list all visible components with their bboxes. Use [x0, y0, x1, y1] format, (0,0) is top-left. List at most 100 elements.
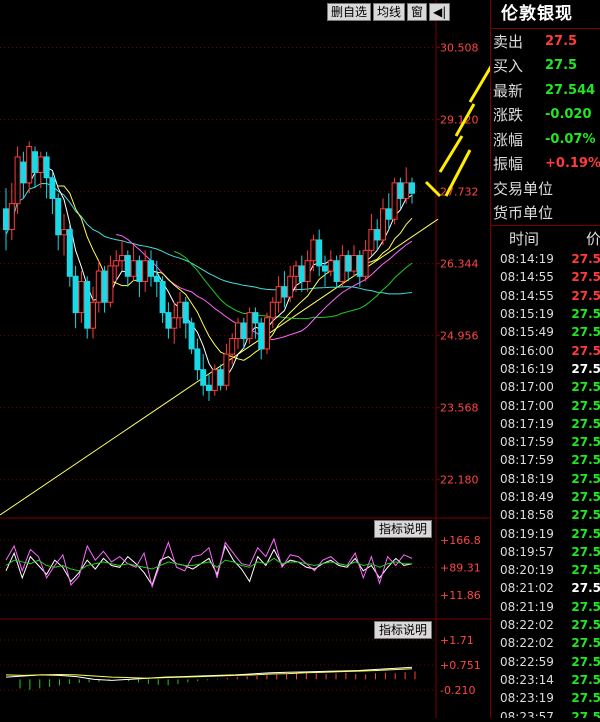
tick-row[interactable]: 08:18:19 27.5 — [491, 470, 600, 488]
moving-average-button[interactable]: 均线 — [373, 3, 406, 21]
indicator2-help-button[interactable]: 指标说明 — [374, 621, 433, 639]
candle-body — [66, 229, 73, 277]
candle-body — [26, 146, 33, 184]
candle-body — [409, 182, 415, 194]
candle-body — [177, 301, 183, 319]
quote-label: 买入 — [493, 57, 524, 76]
candle-body — [264, 317, 270, 350]
candle-body — [101, 270, 108, 303]
indicator1-label: +89.31 — [440, 562, 481, 575]
tick-time: 08:17:00 — [500, 398, 554, 413]
tick-row[interactable]: 08:15:19 27.5 — [491, 305, 600, 323]
tick-price: 27.5 — [571, 526, 600, 541]
tick-time: 08:15:49 — [500, 325, 554, 340]
tick-price: 27.5 — [571, 508, 600, 523]
quote-label: 涨跌 — [493, 106, 524, 125]
candle-body — [49, 177, 56, 199]
candle-body — [55, 197, 62, 236]
indicator1-label: +11.86 — [440, 589, 481, 602]
tick-row[interactable]: 08:19:19 27.5 — [491, 524, 600, 542]
tick-row[interactable]: 08:21:02 27.5 — [491, 579, 600, 597]
candle-body — [345, 255, 352, 272]
candle-body — [90, 301, 96, 329]
tick-price: 27.5 — [571, 343, 600, 358]
tick-time: 08:19:57 — [500, 544, 554, 559]
candle-body — [287, 275, 294, 298]
collapse-panel-icon[interactable]: ◀| — [429, 3, 451, 21]
tick-row[interactable]: 08:17:00 27.5 — [491, 378, 600, 396]
candle-body — [281, 286, 288, 298]
quote-row: 卖出 27.5 — [491, 29, 600, 54]
indicator1-k-line — [5, 544, 413, 587]
price-axis-label: 27.732 — [440, 186, 479, 199]
tick-time: 08:23:14 — [500, 672, 554, 687]
candle-body — [275, 286, 282, 303]
tick-time: 08:14:19 — [500, 252, 554, 267]
remove-favorite-button[interactable]: 删自选 — [327, 3, 372, 21]
indicator2-dif-line — [5, 666, 413, 681]
ticks-list[interactable]: 08:14:19 27.5 08:14:55 27.5 08:14:55 27.5 08:1… — [491, 250, 600, 718]
tick-row[interactable]: 08:22:02 27.5 — [491, 634, 600, 652]
candle-body — [142, 260, 149, 282]
tick-time: 08:18:49 — [500, 490, 554, 504]
quote-value: +0.19% — [545, 156, 600, 172]
tick-price: 27.5 — [571, 581, 600, 596]
quote-row: 振幅 +0.19% — [491, 152, 600, 177]
price-axis-label: 24.956 — [440, 330, 479, 343]
tick-row[interactable]: 08:21:19 27.5 — [491, 598, 600, 616]
tick-price: 27.5 — [571, 453, 600, 468]
indicator1-help-button[interactable]: 指标说明 — [374, 520, 433, 538]
candle-body — [403, 182, 410, 199]
tick-row[interactable]: 08:16:00 27.5 — [491, 341, 600, 359]
tick-price: 27.5 — [571, 270, 600, 285]
tick-row[interactable]: 08:14:55 27.5 — [491, 268, 600, 286]
tick-row[interactable]: 08:14:55 27.5 — [491, 287, 600, 305]
tick-time: 08:21:19 — [500, 599, 554, 614]
ticks-time-header: 时间 — [509, 229, 540, 248]
candle-body — [14, 156, 21, 205]
candle-body — [217, 369, 224, 386]
tick-row[interactable]: 08:17:19 27.5 — [491, 415, 600, 433]
candle-body — [368, 229, 375, 251]
tick-row[interactable]: 08:18:58 27.5 — [491, 506, 600, 524]
tick-row[interactable]: 08:19:57 27.5 — [491, 543, 600, 561]
tick-row[interactable]: 08:20:19 27.5 — [491, 561, 600, 579]
chart-area[interactable]: 30.508 29.120 27.732 26.344 24.956 23.568 22.1… — [0, 0, 545, 718]
candle-body — [113, 260, 120, 267]
tick-price: 27.5 — [571, 636, 600, 651]
candle-body — [246, 312, 253, 340]
tick-row[interactable]: 08:17:59 27.5 — [491, 433, 600, 451]
tick-time: 08:17:59 — [500, 453, 554, 468]
candle-body — [235, 322, 241, 340]
tick-row[interactable]: 08:17:59 27.5 — [491, 451, 600, 469]
tick-row[interactable]: 08:16:19 27.5 — [491, 360, 600, 378]
quote-panel: 伦敦银现 卖出 27.5 买入 27.5 最新 27.544 涨跌 -0.020 涨幅 -0.07… — [490, 0, 600, 718]
candle-body — [119, 255, 125, 262]
quote-label: 振幅 — [493, 155, 524, 174]
tick-row[interactable]: 08:14:19 27.5 — [491, 250, 600, 268]
tick-time: 08:14:55 — [500, 288, 554, 303]
tick-row[interactable]: 08:18:49 27.5 — [491, 488, 600, 506]
tick-row[interactable]: 08:23:14 27.5 — [491, 671, 600, 689]
tick-row[interactable]: 08:15:49 27.5 — [491, 323, 600, 341]
candle-body — [159, 280, 166, 314]
tick-row[interactable]: 08:23:19 27.5 — [491, 689, 600, 707]
chart-toolbar: 删自选 均线 窗 ◀| — [327, 3, 451, 21]
tick-row[interactable]: 08:17:00 27.5 — [491, 396, 600, 414]
tick-row[interactable]: 08:23:57 27.5 — [491, 707, 600, 718]
candle-body — [37, 156, 44, 173]
tick-price: 27.5 — [571, 416, 600, 431]
tick-row[interactable]: 08:22:59 27.5 — [491, 653, 600, 671]
window-button[interactable]: 窗 — [407, 3, 428, 21]
candle-body — [153, 275, 160, 282]
indicator1-label: +166.8 — [440, 534, 481, 547]
indicator2-label: -0.210 — [440, 684, 475, 697]
candle-body — [148, 260, 154, 277]
quote-value: -0.020 — [545, 107, 592, 123]
candle-body — [252, 312, 259, 324]
tick-row[interactable]: 08:22:02 27.5 — [491, 616, 600, 634]
kline-chart[interactable]: 30.508 29.120 27.732 26.344 24.956 23.568 22.1… — [0, 0, 545, 718]
tick-time: 08:22:02 — [500, 636, 554, 651]
quote-label: 交易单位 — [493, 179, 554, 198]
candle-body — [78, 280, 85, 314]
